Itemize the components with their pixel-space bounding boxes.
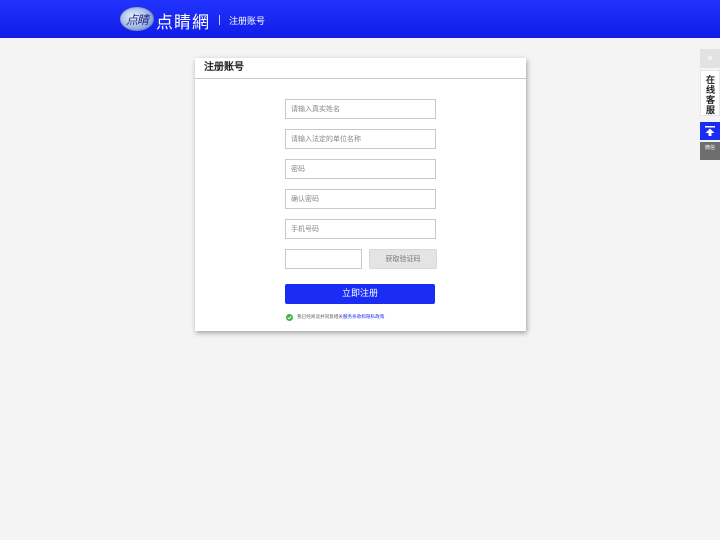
confirm-password-input[interactable] <box>285 189 436 209</box>
wechat-label: 微信 <box>704 145 715 151</box>
logo-emblem: 点睛 <box>120 7 154 31</box>
real-name-input[interactable] <box>285 99 436 119</box>
company-name-input[interactable] <box>285 129 436 149</box>
arrow-up-icon <box>705 126 715 136</box>
online-service-button[interactable]: 在线客服 <box>700 70 720 116</box>
password-input[interactable] <box>285 159 436 179</box>
check-circle-icon[interactable] <box>286 314 293 321</box>
site-logo[interactable]: 点睛 点睛網 <box>120 7 215 33</box>
verification-code-input[interactable] <box>285 249 362 269</box>
collapse-button[interactable]: » <box>700 49 720 68</box>
logo-text: 点睛網 <box>156 13 210 33</box>
terms-link[interactable]: 服务条款和隐私政策 <box>343 315 384 320</box>
wechat-qr-button[interactable]: 微信 <box>700 142 720 160</box>
register-button[interactable]: 立即注册 <box>285 284 435 304</box>
header-page-title: 注册账号 <box>229 17 266 27</box>
header-divider <box>219 15 220 25</box>
agreement-prefix: 我已经阅读并同意相关 <box>297 315 343 320</box>
phone-input[interactable] <box>285 219 436 239</box>
online-service-label: 在线客服 <box>705 76 715 116</box>
register-card: 注册账号 获取验证码 立即注册 我已经阅读并同意相关服务条款和隐私政策 <box>195 58 526 331</box>
card-header: 注册账号 <box>195 58 526 79</box>
logo-emblem-text: 点睛 <box>125 13 149 27</box>
get-code-button[interactable]: 获取验证码 <box>369 249 437 269</box>
register-title: 注册账号 <box>204 62 244 73</box>
back-to-top-button[interactable] <box>700 122 720 140</box>
agreement-text: 我已经阅读并同意相关服务条款和隐私政策 <box>297 314 384 321</box>
top-header-bar: 点睛 点睛網 注册账号 <box>0 0 720 38</box>
